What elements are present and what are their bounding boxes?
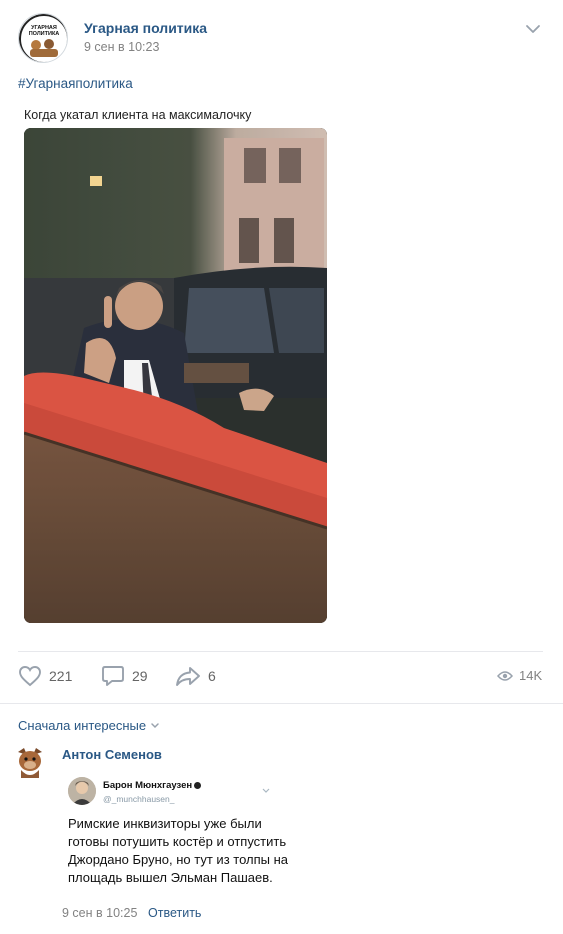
comment-count: 29 [132, 668, 148, 684]
post-time[interactable]: 9 сен в 10:23 [84, 40, 159, 54]
post-hashtag[interactable]: #Угарнаяполитика [18, 76, 133, 91]
comment-icon [102, 666, 124, 686]
post-photo[interactable] [24, 128, 327, 623]
comment-author[interactable]: Антон Семенов [62, 747, 162, 762]
avatar[interactable] [15, 746, 45, 778]
like-count: 221 [49, 668, 73, 684]
tweet-avatar-image [68, 777, 96, 805]
commenter-avatar-image [18, 748, 42, 778]
comment-button[interactable]: 29 [101, 663, 148, 689]
like-button[interactable]: 221 [18, 663, 72, 689]
group-name[interactable]: Угарная политика [84, 20, 207, 36]
comment-time[interactable]: 9 сен в 10:25 [62, 906, 137, 920]
photo-image [24, 128, 327, 623]
reply-button[interactable]: Ответить [148, 906, 201, 920]
tweet-handle: @_munchhausen_ [103, 794, 175, 804]
eye-icon [497, 670, 513, 681]
divider [18, 651, 543, 652]
heart-icon [19, 666, 41, 687]
sort-label: Сначала интересные [18, 718, 147, 733]
group-logo-image: УГАРНАЯ ПОЛИТИКА [19, 14, 67, 62]
share-icon [176, 667, 200, 686]
divider [0, 703, 563, 704]
group-avatar[interactable]: УГАРНАЯ ПОЛИТИКА [18, 13, 68, 63]
tweet-text: Римские инквизиторы уже были готовы поту… [68, 816, 289, 885]
share-button[interactable]: 6 [175, 663, 216, 689]
views-count: 14K [519, 668, 543, 683]
chevron-down-icon[interactable] [524, 22, 542, 36]
share-count: 6 [208, 668, 216, 684]
comments-sort-dropdown[interactable]: Сначала интересные [18, 718, 160, 733]
avatar [68, 777, 96, 805]
chevron-down-icon [151, 722, 159, 728]
post-caption: Когда укатал клиента на максималочку [24, 108, 252, 122]
tweet-author-name: Барон Мюнхгаузен [103, 780, 202, 791]
views-counter: 14K [497, 668, 542, 683]
chevron-down-icon [262, 781, 270, 793]
svg-text:ПОЛИТИКА: ПОЛИТИКА [29, 31, 60, 37]
bomb-emoji-icon [194, 781, 202, 789]
